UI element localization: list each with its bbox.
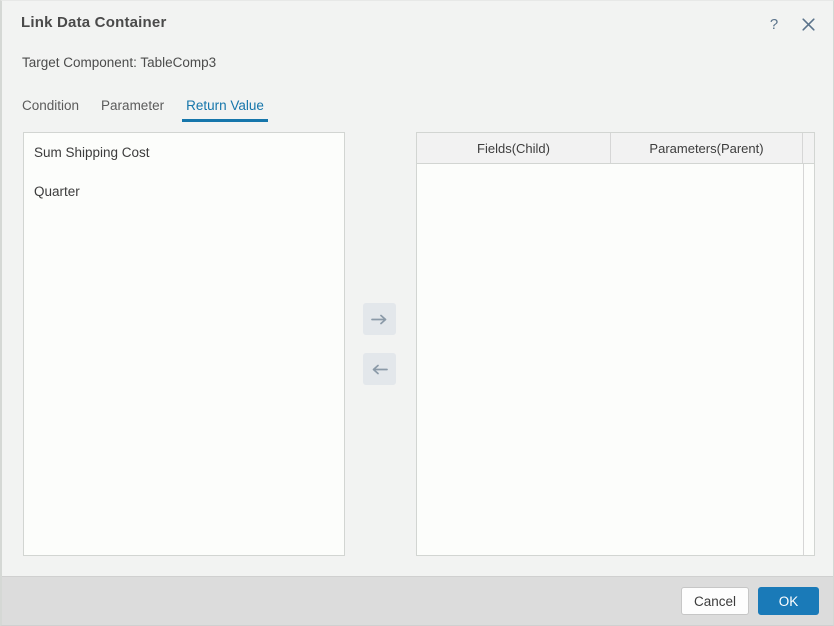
dialog-titlebar: Link Data Container ? <box>2 1 833 47</box>
move-left-button[interactable] <box>363 353 396 385</box>
move-right-button[interactable] <box>363 303 396 335</box>
dialog-footer: Cancel OK <box>2 576 833 625</box>
footer-button-group: Cancel OK <box>681 587 819 615</box>
ok-button[interactable]: OK <box>758 587 819 615</box>
link-data-container-dialog: Link Data Container ? Target Component: … <box>0 0 834 626</box>
column-header-fields-child[interactable]: Fields(Child) <box>417 133 611 163</box>
close-icon[interactable] <box>797 13 819 35</box>
transfer-button-group <box>363 303 396 385</box>
list-item[interactable]: Sum Shipping Cost <box>24 133 344 172</box>
arrow-left-icon <box>371 363 388 376</box>
tab-condition[interactable]: Condition <box>22 98 79 122</box>
target-component-label: Target Component: TableComp3 <box>22 55 216 70</box>
table-scroll-gutter <box>803 164 814 555</box>
column-header-parameters-parent[interactable]: Parameters(Parent) <box>611 133 803 163</box>
titlebar-actions: ? <box>763 13 819 35</box>
column-header-spacer <box>803 133 814 163</box>
cancel-button[interactable]: Cancel <box>681 587 749 615</box>
list-item[interactable]: Quarter <box>24 172 344 211</box>
tab-parameter[interactable]: Parameter <box>101 98 164 122</box>
tab-return-value[interactable]: Return Value <box>186 98 264 122</box>
arrow-right-icon <box>371 313 388 326</box>
tab-bar: Condition Parameter Return Value <box>22 98 286 122</box>
mapping-table: Fields(Child) Parameters(Parent) <box>416 132 815 556</box>
dialog-title: Link Data Container <box>21 14 167 31</box>
help-icon[interactable]: ? <box>763 13 785 35</box>
table-body <box>417 164 814 555</box>
source-field-list[interactable]: Sum Shipping Cost Quarter <box>23 132 345 556</box>
table-header-row: Fields(Child) Parameters(Parent) <box>417 133 814 164</box>
